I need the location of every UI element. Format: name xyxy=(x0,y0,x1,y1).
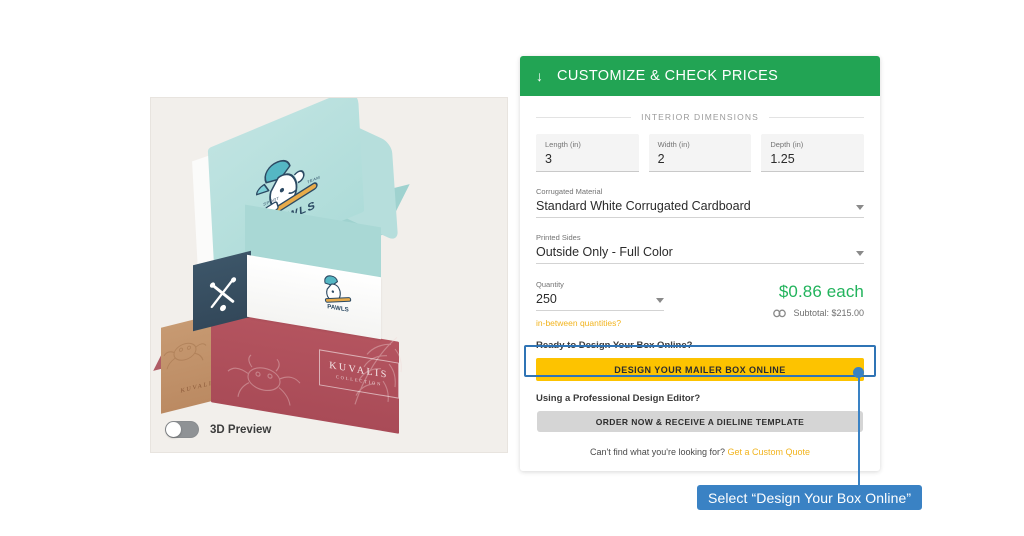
chain-link-icon xyxy=(773,309,786,318)
custom-quote-text: Can't find what you're looking for? xyxy=(590,447,728,457)
printed-sides-select[interactable]: Printed Sides Outside Only - Full Color xyxy=(536,233,864,264)
product-preview-frame: KUVALIS KUVALIS COLLECTION xyxy=(150,97,508,453)
width-value: 2 xyxy=(658,152,743,166)
unit-price: $0.86 each xyxy=(773,282,864,302)
quantity-row[interactable]: 250 xyxy=(536,292,664,311)
chevron-down-icon xyxy=(856,251,864,256)
subtotal-value: Subtotal: $215.00 xyxy=(793,308,864,318)
interior-dimensions-divider: INTERIOR DIMENSIONS xyxy=(536,112,864,122)
quantity-select[interactable]: Quantity 250 in-between quantities? xyxy=(536,280,664,328)
depth-field[interactable]: Depth (in) 1.25 xyxy=(761,134,864,172)
preview-toggle-row[interactable]: 3D Preview xyxy=(165,421,271,438)
pricing-block: $0.86 each Subtotal: $215.00 xyxy=(773,280,864,318)
get-a-custom-quote-link[interactable]: Get a Custom Quote xyxy=(727,447,810,457)
3d-preview-toggle[interactable] xyxy=(165,421,199,438)
width-field[interactable]: Width (in) 2 xyxy=(649,134,752,172)
width-label: Width (in) xyxy=(658,140,743,149)
printed-sides-label: Printed Sides xyxy=(536,233,864,242)
panel-title: CUSTOMIZE & CHECK PRICES xyxy=(557,68,778,84)
configurator-panel: ↓ CUSTOMIZE & CHECK PRICES INTERIOR DIME… xyxy=(520,56,880,471)
printed-sides-value: Outside Only - Full Color xyxy=(536,245,673,259)
subtotal-row: Subtotal: $215.00 xyxy=(773,308,864,318)
arrow-down-icon: ↓ xyxy=(536,69,543,83)
divider-line-right xyxy=(769,117,864,118)
custom-quote-note: Can't find what you're looking for? Get … xyxy=(536,447,864,457)
quantity-label: Quantity xyxy=(536,280,664,289)
length-label: Length (in) xyxy=(545,140,630,149)
corrugated-material-select[interactable]: Corrugated Material Standard White Corru… xyxy=(536,187,864,218)
panel-header: ↓ CUSTOMIZE & CHECK PRICES xyxy=(520,56,880,96)
corrugated-material-label: Corrugated Material xyxy=(536,187,864,196)
annotation-callout-label: Select “Design Your Box Online” xyxy=(697,485,922,510)
depth-value: 1.25 xyxy=(770,152,855,166)
annotation-connector-dot xyxy=(853,367,864,378)
pawls-logo-small-icon: PAWLS xyxy=(315,270,361,316)
divider-line-left xyxy=(536,117,631,118)
design-your-mailer-box-online-button[interactable]: DESIGN YOUR MAILER BOX ONLINE xyxy=(536,358,864,381)
toggle-knob xyxy=(166,422,181,437)
chevron-down-icon xyxy=(856,205,864,210)
design-online-prompt: Ready to Design Your Box Online? xyxy=(536,340,864,351)
3d-preview-label: 3D Preview xyxy=(210,424,271,436)
corrugated-material-row[interactable]: Standard White Corrugated Cardboard xyxy=(536,199,864,218)
panel-body: INTERIOR DIMENSIONS Length (in) 3 Width … xyxy=(520,96,880,471)
product-preview-stage: KUVALIS KUVALIS COLLECTION xyxy=(151,98,507,452)
crab-artwork-icon xyxy=(225,339,303,418)
order-now-dieline-template-button[interactable]: ORDER NOW & RECEIVE A DIELINE TEMPLATE xyxy=(537,411,863,432)
length-value: 3 xyxy=(545,152,630,166)
depth-label: Depth (in) xyxy=(770,140,855,149)
corrugated-material-value: Standard White Corrugated Cardboard xyxy=(536,199,751,213)
quantity-pricing-block: Quantity 250 in-between quantities? $0.8… xyxy=(536,280,864,328)
dimensions-row: Length (in) 3 Width (in) 2 Depth (in) 1.… xyxy=(536,134,864,172)
length-field[interactable]: Length (in) 3 xyxy=(536,134,639,172)
quantity-value: 250 xyxy=(536,292,557,306)
chevron-down-icon xyxy=(656,298,664,303)
interior-dimensions-label: INTERIOR DIMENSIONS xyxy=(641,112,759,122)
printed-sides-row[interactable]: Outside Only - Full Color xyxy=(536,245,864,264)
in-between-quantities-link[interactable]: in-between quantities? xyxy=(536,318,664,328)
design-editor-prompt: Using a Professional Design Editor? xyxy=(536,393,864,404)
annotation-connector-line xyxy=(858,372,860,485)
